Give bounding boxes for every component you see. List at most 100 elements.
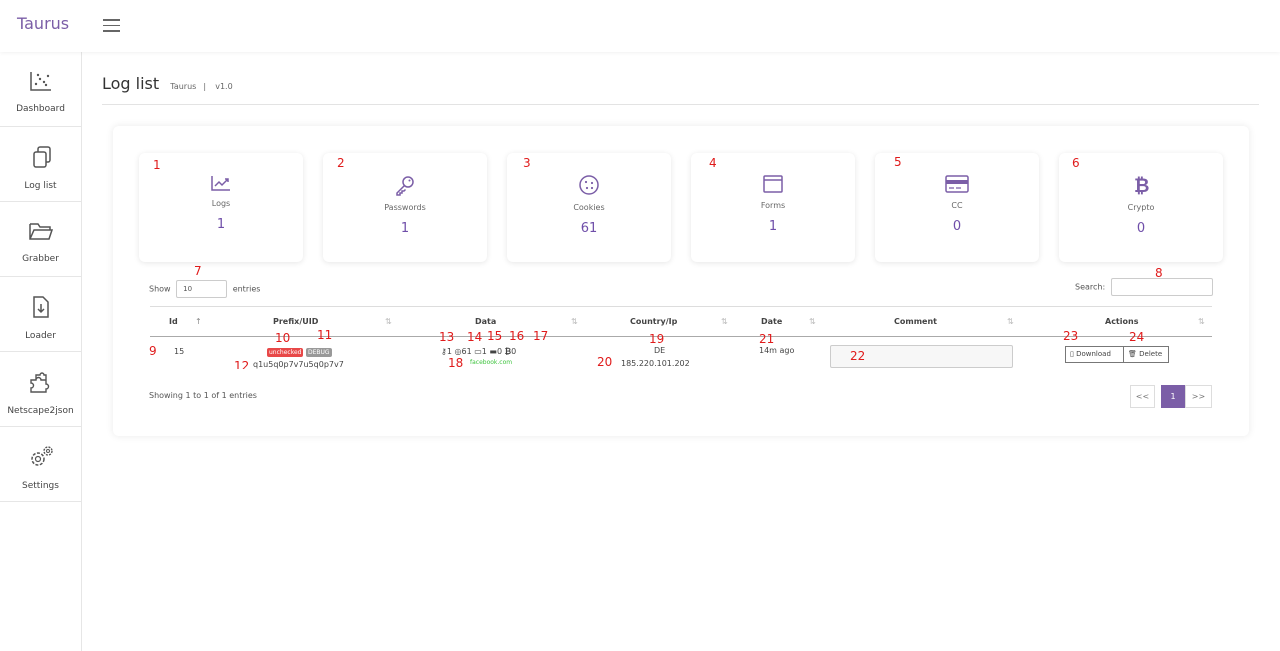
sidebar-item-settings[interactable]: Settings (0, 427, 81, 502)
marker-label: 12 (234, 359, 250, 373)
form-count: 1 (481, 347, 487, 356)
trending-up-icon (211, 176, 230, 191)
brand-logo[interactable]: Taurus (17, 14, 69, 33)
sidebar-item-label: Grabber (22, 254, 59, 264)
cookie-count: 61 (461, 347, 472, 356)
marker-label: 21 (759, 332, 775, 346)
sidebar-item-loader[interactable]: Loader (0, 277, 81, 352)
marker-label: 2 (337, 156, 345, 170)
marker-label: 17 (533, 329, 549, 343)
key-icon (396, 176, 414, 196)
row-uid: q1u5q0p7v7u5q0p7v7 (253, 360, 344, 369)
column-header-country-ip[interactable]: Country/Ip (630, 317, 677, 326)
marker-label: 4 (709, 156, 717, 170)
password-count: 1 (446, 347, 452, 356)
sort-icon[interactable]: ⇅ (1007, 317, 1014, 326)
marker-label: 19 (649, 332, 665, 346)
top-bar: Taurus (0, 0, 1280, 52)
column-header-id[interactable]: Id (169, 317, 178, 326)
marker-label: 22 (850, 349, 866, 363)
page-subtitle: Taurus (170, 82, 197, 91)
sidebar-item-dashboard[interactable]: Dashboard (0, 52, 81, 127)
prev-page-button[interactable]: << (1130, 385, 1155, 408)
log-list-card: 1 Logs 1 2 Passwords 1 3 Cookies 61 4 Fo… (113, 126, 1249, 436)
row-date: 14m ago (759, 346, 795, 355)
stat-card-logs[interactable]: 1 Logs 1 (139, 153, 303, 262)
show-label: Show (149, 284, 171, 294)
marker-label: 11 (317, 328, 333, 342)
sort-icon[interactable]: ⇅ (571, 317, 578, 326)
entries-select[interactable]: 10 (176, 280, 228, 298)
download-button[interactable]: ▯ Download (1065, 346, 1124, 363)
search-control: Search: (1075, 278, 1213, 296)
stat-label: Crypto (1127, 203, 1155, 212)
sort-icon[interactable]: ⇅ (1198, 317, 1205, 326)
dashboard-chart-icon (29, 72, 51, 91)
stat-value: 1 (216, 217, 226, 232)
column-header-comment[interactable]: Comment (894, 317, 937, 326)
stat-card-cc[interactable]: 5 CC 0 (875, 153, 1039, 262)
page-header: Log list Taurus | v1.0 (102, 74, 1259, 105)
crypto-count: 0 (511, 347, 517, 356)
debug-badge: DEBUG (306, 348, 332, 357)
stat-card-forms[interactable]: 4 Forms 1 (691, 153, 855, 262)
sidebar-item-grabber[interactable]: Grabber (0, 202, 81, 277)
credit-card-icon: ▬ (489, 347, 497, 356)
table-info: Showing 1 to 1 of 1 entries (149, 391, 257, 400)
form-window-icon: ▭ (474, 347, 482, 356)
file-icon: ▯ (1070, 350, 1074, 358)
column-header-data[interactable]: Data (475, 317, 496, 326)
column-header-prefix-uid[interactable]: Prefix/UID (273, 317, 318, 326)
sort-asc-icon[interactable]: ↑ (195, 317, 202, 326)
stat-card-passwords[interactable]: 2 Passwords 1 (323, 153, 487, 262)
stat-value: 61 (580, 221, 598, 236)
marker-label: 14 (467, 330, 483, 344)
search-input[interactable] (1110, 278, 1213, 296)
row-divider (150, 369, 1212, 370)
stat-value: 1 (768, 219, 778, 234)
sidebar: Dashboard Log list Grabber Loader Netsca… (0, 52, 82, 651)
stat-value: 1 (400, 221, 410, 236)
stat-card-cookies[interactable]: 3 Cookies 61 (507, 153, 671, 262)
column-header-date[interactable]: Date (761, 317, 782, 326)
download-label: Download (1076, 350, 1111, 358)
domain-link[interactable]: facebook.com (470, 359, 512, 366)
delete-button[interactable]: 🗑 Delete (1123, 346, 1169, 363)
marker-label: 23 (1063, 329, 1079, 343)
marker-label: 9 (149, 344, 157, 358)
search-label: Search: (1075, 282, 1106, 292)
row-id: 15 (174, 347, 185, 356)
marker-label: 16 (509, 329, 525, 343)
sidebar-item-netscape2json[interactable]: Netscape2json (0, 352, 81, 427)
file-download-icon (32, 296, 49, 318)
marker-label: 7 (194, 264, 202, 278)
menu-toggle-icon[interactable] (103, 19, 120, 32)
entries-length-control: Show 10 entries (149, 280, 260, 298)
marker-label: 3 (523, 156, 531, 170)
column-header-actions[interactable]: Actions (1105, 317, 1138, 326)
subtitle-separator: | (203, 82, 207, 91)
sort-icon[interactable]: ⇅ (809, 317, 816, 326)
puzzle-icon (29, 372, 49, 393)
badge-group: unchecked DEBUG (267, 347, 332, 357)
sort-icon[interactable]: ⇅ (721, 317, 728, 326)
sort-icon[interactable]: ⇅ (385, 317, 392, 326)
table-header: Id ↑ Prefix/UID ⇅ Data ⇅ Country/Ip ⇅ Da… (150, 306, 1212, 337)
next-page-button[interactable]: >> (1185, 385, 1212, 408)
marker-label: 10 (275, 331, 291, 345)
marker-label: 15 (487, 329, 503, 343)
stat-value: 0 (1136, 221, 1146, 236)
row-ip: 185.220.101.202 (621, 359, 690, 368)
sidebar-item-label: Settings (22, 481, 59, 491)
cc-count: 0 (496, 347, 503, 356)
stat-card-crypto[interactable]: 6 ₿ Crypto 0 (1059, 153, 1223, 262)
sidebar-item-label: Loader (25, 331, 56, 341)
page-1-button[interactable]: 1 (1161, 385, 1185, 408)
marker-label: 5 (894, 155, 902, 169)
sidebar-item-log-list[interactable]: Log list (0, 127, 81, 202)
folder-icon (28, 223, 53, 240)
sidebar-item-label: Log list (24, 181, 57, 191)
entries-label: entries (232, 284, 261, 294)
credit-card-icon (945, 175, 969, 193)
main-content: Log list Taurus | v1.0 1 Logs 1 2 Passwo… (82, 52, 1280, 651)
